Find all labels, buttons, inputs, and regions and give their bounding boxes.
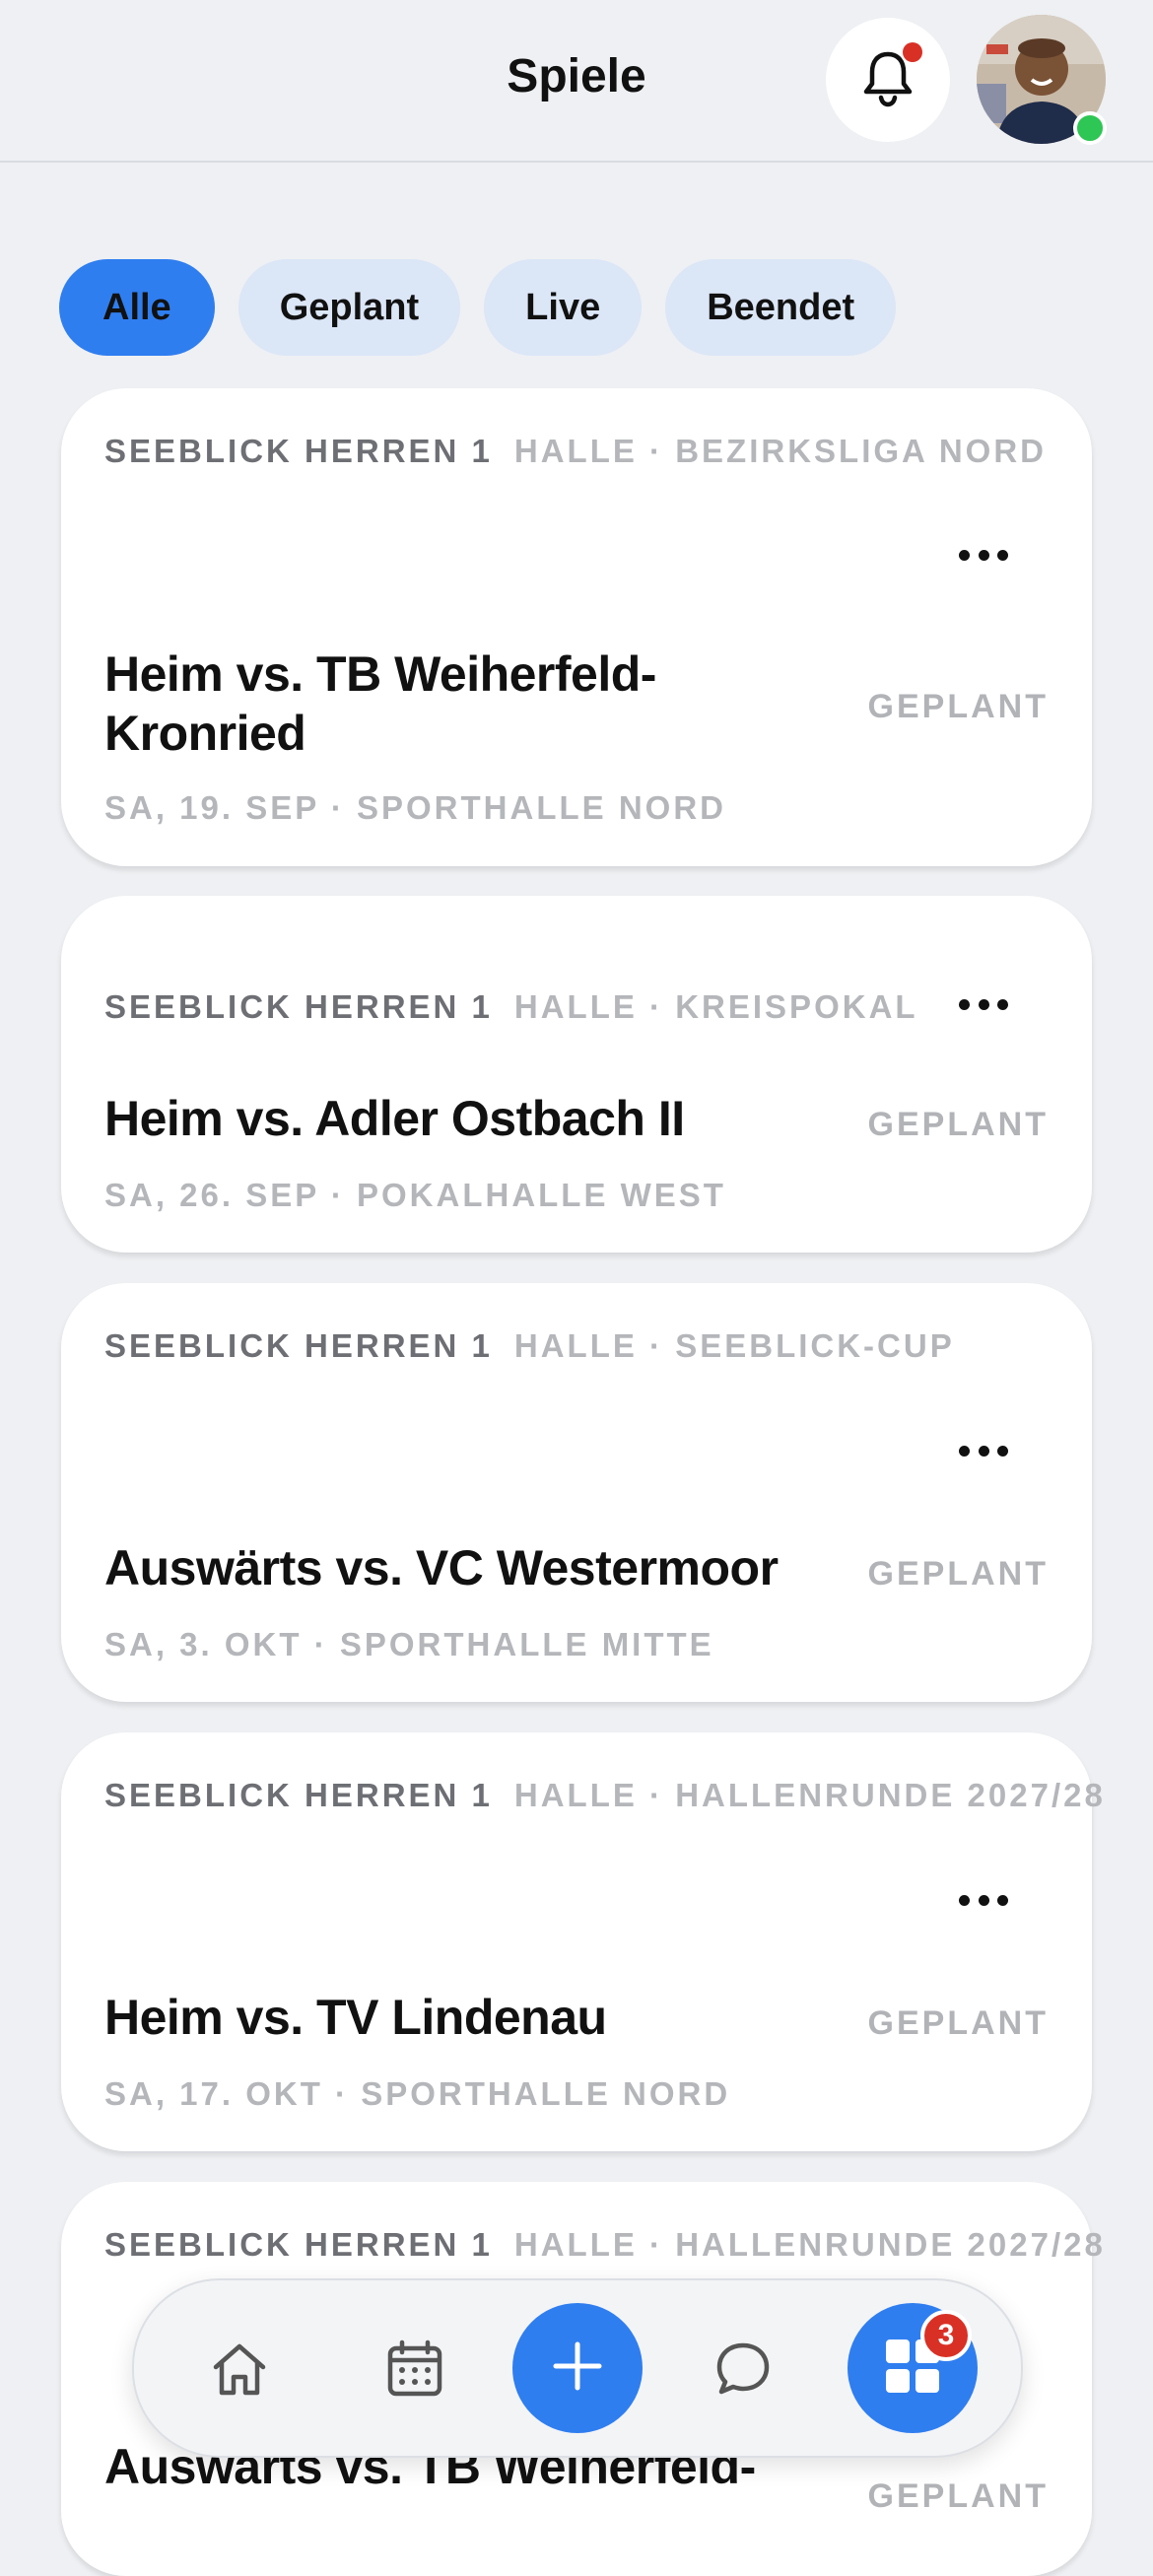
game-meta: SEEBLICK HERREN 1 HALLE · BEZIRKSLIGA NOR… — [104, 433, 1047, 470]
plus-icon — [550, 2339, 605, 2399]
game-date-venue: SA, 3. OKT · SPORTHALLE MITTE — [104, 1626, 714, 1662]
notification-count-badge: 3 — [920, 2310, 972, 2361]
more-icon[interactable] — [959, 997, 1008, 1011]
filter-planned[interactable]: Geplant — [237, 259, 461, 356]
status-label: GEPLANT — [867, 688, 1049, 725]
status-label: GEPLANT — [867, 2477, 1049, 2515]
game-meta: SEEBLICK HERREN 1 HALLE · HALLENRUNDE 202… — [104, 1777, 1106, 1814]
bottom-tab-bar: 3 — [132, 2278, 1023, 2458]
league-name: HALLE · SEEBLICK-CUP — [513, 1327, 955, 1364]
game-date-venue: SA, 26. SEP · POKALHALLE WEST — [104, 1177, 726, 1213]
more-icon[interactable] — [959, 548, 1008, 562]
game-meta: SEEBLICK HERREN 1 HALLE · HALLENRUNDE 202… — [104, 2226, 1106, 2264]
game-meta: SEEBLICK HERREN 1 HALLE · SEEBLICK-CUP — [104, 1327, 955, 1365]
team-name: SEEBLICK HERREN 1 — [104, 1777, 493, 1813]
match-title: Auswärts vs. VC Westermoor — [104, 1540, 779, 1595]
game-date-venue: SA, 17. OKT · SPORTHALLE NORD — [104, 2075, 731, 2112]
filter-finished[interactable]: Beendet — [665, 259, 897, 356]
game-card[interactable]: SEEBLICK HERREN 1 HALLE · KREISPOKAL Heim… — [61, 896, 1092, 1253]
game-card[interactable]: SEEBLICK HERREN 1 HALLE · HALLENRUNDE 202… — [61, 1732, 1103, 2151]
top-bar: Spiele — [0, 0, 1153, 163]
league-name: HALLE · HALLENRUNDE 2027/28 — [513, 2226, 1106, 2263]
calendar-icon[interactable] — [380, 2335, 449, 2404]
more-icon[interactable] — [959, 1893, 1008, 1907]
more-icon[interactable] — [959, 1444, 1008, 1457]
league-name: HALLE · HALLENRUNDE 2027/28 — [513, 1777, 1106, 1813]
game-card[interactable]: SEEBLICK HERREN 1 HALLE · SEEBLICK-CUP Au… — [61, 1283, 1092, 1702]
match-title: Heim vs. Adler Ostbach II — [104, 1091, 685, 1146]
team-name: SEEBLICK HERREN 1 — [104, 2226, 493, 2263]
notification-dot — [903, 42, 922, 62]
home-icon[interactable] — [205, 2335, 274, 2404]
match-title-line: Kronried — [104, 706, 306, 761]
league-name: HALLE · BEZIRKSLIGA NORD — [513, 433, 1047, 469]
filter-all[interactable]: Alle — [59, 259, 215, 356]
game-card[interactable]: SEEBLICK HERREN 1 HALLE · BEZIRKSLIGA NOR… — [61, 388, 1092, 866]
status-label: GEPLANT — [867, 1106, 1049, 1143]
team-name: SEEBLICK HERREN 1 — [104, 988, 493, 1025]
add-game-button[interactable] — [512, 2303, 643, 2433]
game-date-venue: SA, 19. SEP · SPORTHALLE NORD — [104, 789, 726, 826]
game-meta: SEEBLICK HERREN 1 HALLE · KREISPOKAL — [104, 988, 918, 1026]
match-title: Heim vs. TB Weiherfeld- Kronried — [104, 644, 656, 763]
team-name: SEEBLICK HERREN 1 — [104, 433, 493, 469]
league-name: HALLE · KREISPOKAL — [513, 988, 918, 1025]
status-label: GEPLANT — [867, 2004, 1049, 2042]
chat-bubble-icon[interactable] — [709, 2335, 778, 2404]
team-name: SEEBLICK HERREN 1 — [104, 1327, 493, 1364]
notifications-button[interactable] — [826, 18, 950, 142]
filter-live[interactable]: Live — [484, 259, 643, 356]
match-title: Heim vs. TV Lindenau — [104, 1990, 607, 2045]
filter-chips: Alle Geplant Live Beendet — [59, 259, 897, 356]
status-label: GEPLANT — [867, 1555, 1049, 1593]
match-title-line: Heim vs. TB Weiherfeld- — [104, 646, 656, 702]
online-status-dot — [1073, 111, 1107, 145]
